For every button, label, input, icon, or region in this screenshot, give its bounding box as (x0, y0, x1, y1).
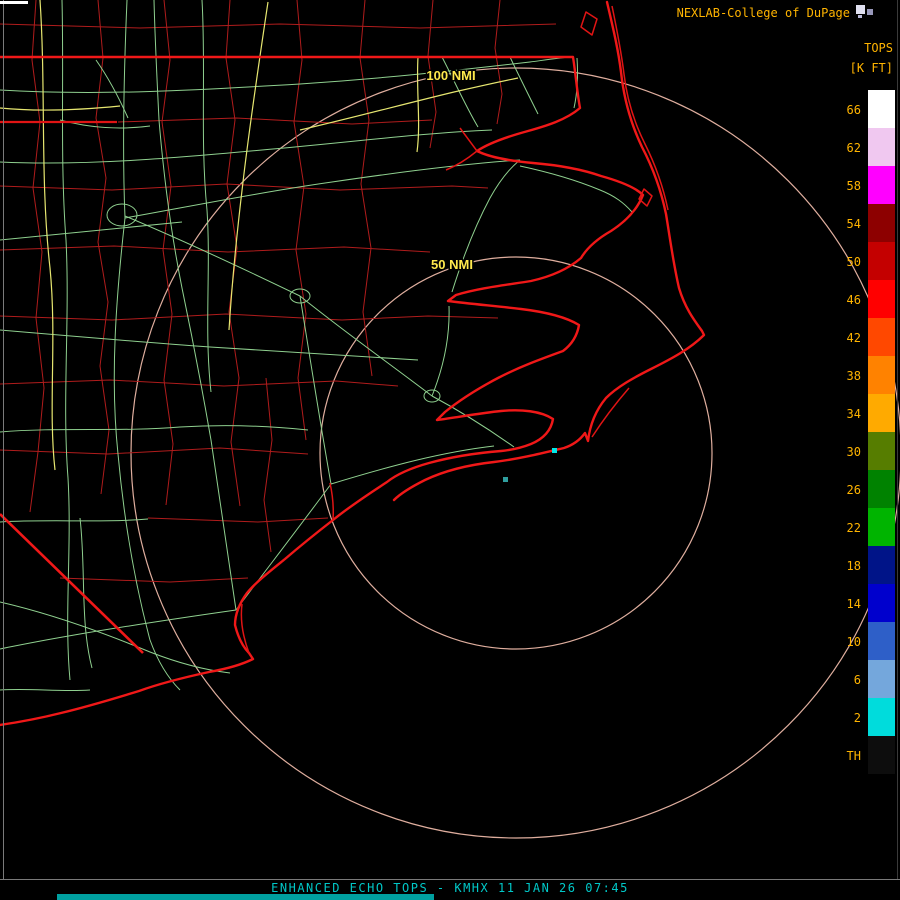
attribution: NEXLAB-College of DuPage (677, 5, 873, 20)
range-label-50nmi: 50 NMI (431, 257, 473, 272)
legend-swatch (868, 698, 895, 736)
legend-swatch (868, 622, 895, 660)
radar-map: 100 NMI 50 NMI 6662585450464238343026221… (0, 0, 900, 900)
legend-value: 62 (847, 141, 861, 155)
legend-swatch (868, 432, 895, 470)
legend-value: 2 (854, 711, 861, 725)
legend-value: 22 (847, 521, 861, 535)
legend-units: [K FT] (850, 61, 893, 75)
legend-title: TOPS (864, 41, 893, 55)
legend-swatch (868, 128, 895, 166)
radar-display: 100 NMI 50 NMI 6662585450464238343026221… (0, 0, 900, 900)
legend-swatch (868, 90, 895, 128)
legend-swatch (868, 394, 895, 432)
legend-swatch (868, 660, 895, 698)
legend-swatch (868, 280, 895, 318)
legend-swatch (868, 584, 895, 622)
bottom-strip (57, 894, 434, 900)
range-label-100nmi: 100 NMI (426, 68, 475, 83)
legend-swatch (868, 356, 895, 394)
attribution-text: NEXLAB-College of DuPage (677, 6, 850, 20)
echo-top-pixel (552, 448, 557, 453)
legend-value: 14 (847, 597, 861, 611)
legend-swatch (868, 736, 895, 774)
legend-value: TH (847, 749, 861, 763)
map-background (0, 0, 900, 900)
legend-value: 66 (847, 103, 861, 117)
legend-swatch (868, 318, 895, 356)
legend-value: 58 (847, 179, 861, 193)
legend-value: 38 (847, 369, 861, 383)
legend-value: 10 (847, 635, 861, 649)
legend-swatch (868, 546, 895, 584)
legend-value: 6 (854, 673, 861, 687)
legend-value: 34 (847, 407, 861, 421)
legend-value: 46 (847, 293, 861, 307)
legend-value: 18 (847, 559, 861, 573)
legend-value: 30 (847, 445, 861, 459)
echo-top-pixel (503, 477, 508, 482)
legend-swatch (868, 242, 895, 280)
legend-swatch (868, 508, 895, 546)
legend-value: 50 (847, 255, 861, 269)
legend-swatch (868, 470, 895, 508)
legend-value: 26 (847, 483, 861, 497)
product-caption: ENHANCED ECHO TOPS - KMHX 11 JAN 26 07:4… (271, 881, 629, 895)
legend-swatch (868, 166, 895, 204)
legend-value: 54 (847, 217, 861, 231)
legend-swatch (868, 204, 895, 242)
legend-value: 42 (847, 331, 861, 345)
